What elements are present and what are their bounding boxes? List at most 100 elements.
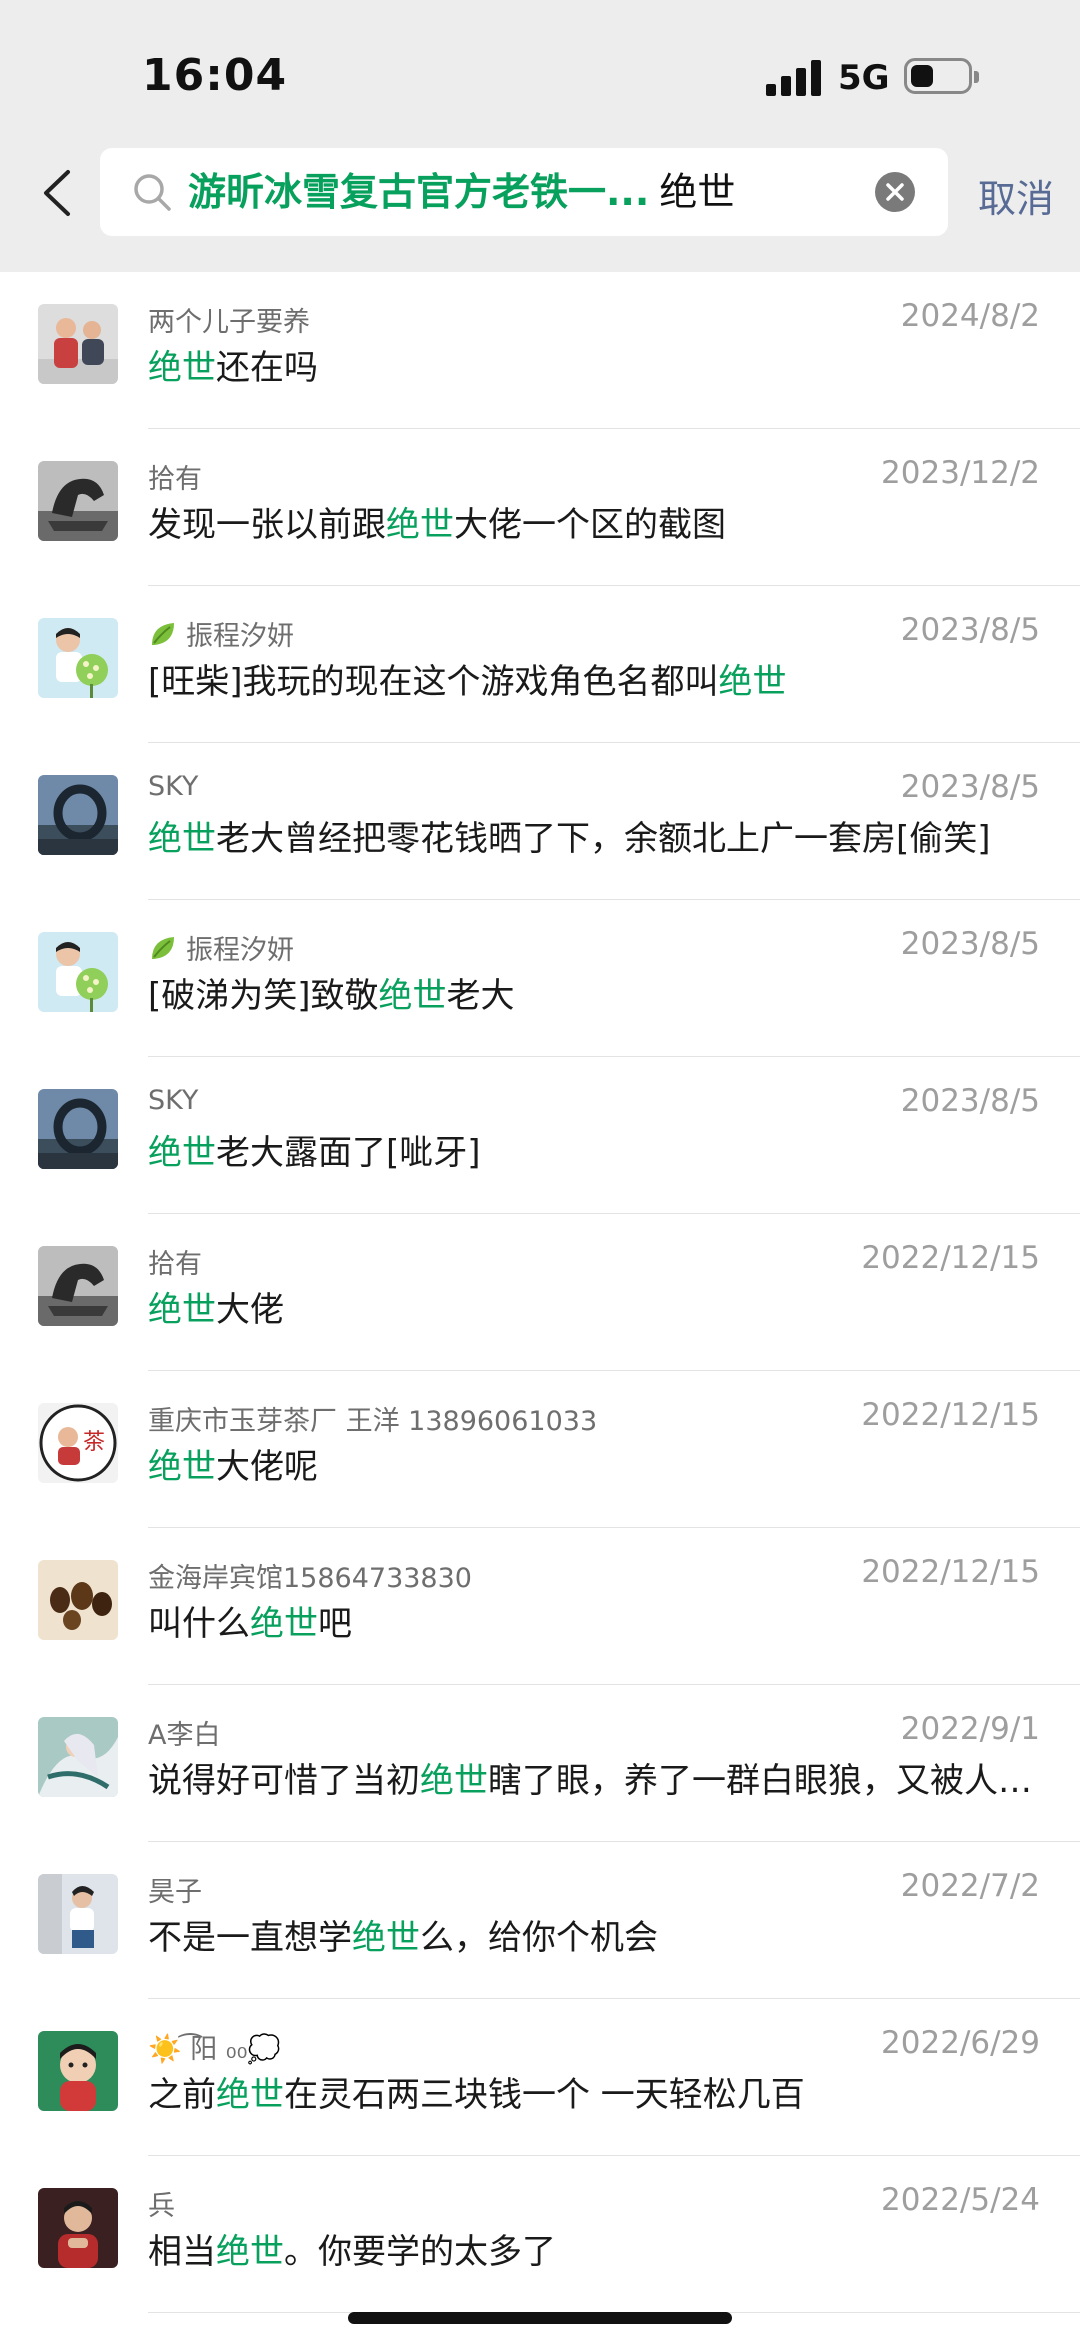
- avatar[interactable]: [38, 1560, 118, 1640]
- avatar[interactable]: [38, 304, 118, 384]
- avatar[interactable]: [38, 1874, 118, 1954]
- message-snippet: [旺柴]我玩的现在这个游戏角色名都叫绝世: [148, 654, 1048, 703]
- sender-name: 拾有: [148, 1242, 202, 1281]
- avatar[interactable]: 茶: [38, 1403, 118, 1483]
- snippet-after: 大佬呢: [216, 1447, 318, 1487]
- message-date: 2023/8/5: [900, 1083, 1040, 1119]
- keyword-highlight: 绝世: [352, 1918, 420, 1958]
- keyword-highlight: 绝世: [148, 1447, 216, 1487]
- avatar[interactable]: [38, 932, 118, 1012]
- keyword-highlight: 绝世: [148, 1290, 216, 1330]
- message-date: 2023/8/5: [900, 612, 1040, 648]
- message-date: 2022/5/24: [881, 2182, 1040, 2218]
- avatar[interactable]: [38, 2188, 118, 2268]
- message-snippet: 发现一张以前跟绝世大佬一个区的截图: [148, 497, 1048, 546]
- message-snippet: 绝世还在吗: [148, 340, 1048, 389]
- snippet-after: 大佬一个区的截图: [454, 505, 726, 545]
- sender-name-text: 振程汐妍: [186, 621, 294, 652]
- snippet-after: 。你要学的太多了: [284, 2232, 556, 2272]
- search-icon: [134, 174, 171, 211]
- avatar[interactable]: [38, 1089, 118, 1169]
- message-date: 2022/9/1: [900, 1711, 1040, 1747]
- status-time: 16:04: [142, 50, 288, 101]
- message-snippet: 不是一直想学绝世么，给你个机会: [148, 1910, 1048, 1959]
- search-scope-tag[interactable]: 游昕冰雪复古官方老铁一...: [188, 170, 649, 214]
- sender-name: 昊子: [148, 1870, 202, 1909]
- sender-name-text: 重庆市玉芽茶厂 王洋 13896061033: [148, 1406, 598, 1437]
- message-snippet: 绝世老大露面了[呲牙]: [148, 1125, 1048, 1174]
- result-row[interactable]: 振程汐妍 2023/8/5 [旺柴]我玩的现在这个游戏角色名都叫绝世: [0, 586, 1080, 743]
- close-icon: [886, 183, 904, 201]
- leaf-icon: [152, 623, 174, 645]
- snippet-after: 么，给你个机会: [420, 1918, 658, 1958]
- message-date: 2023/12/2: [881, 455, 1040, 491]
- message-date: 2022/12/15: [861, 1397, 1040, 1433]
- chevron-left-icon: [44, 170, 70, 216]
- clear-search-button[interactable]: [875, 172, 915, 212]
- message-snippet: 绝世老大曾经把零花钱晒了下，余额北上广一套房[偷笑]: [148, 811, 1048, 860]
- snippet-after: 老大: [446, 976, 515, 1016]
- avatar[interactable]: [38, 1246, 118, 1326]
- snippet-before: [旺柴]我玩的现在这个游戏角色名都叫: [148, 662, 719, 702]
- avatar[interactable]: [38, 461, 118, 541]
- message-snippet: 相当绝世。你要学的太多了: [148, 2224, 1048, 2273]
- keyword-highlight: 绝世: [420, 1761, 488, 1801]
- sender-name: 拾有: [148, 457, 202, 496]
- search-input[interactable]: 游昕冰雪复古官方老铁一... 绝世: [100, 148, 948, 236]
- snippet-after: 老大曾经把零花钱晒了下，余额北上广一套房[偷笑]: [216, 819, 991, 859]
- message-date: 2023/8/5: [900, 926, 1040, 962]
- result-row[interactable]: SKY 2023/8/5 绝世老大曾经把零花钱晒了下，余额北上广一套房[偷笑]: [0, 743, 1080, 900]
- snippet-before: 相当: [148, 2232, 216, 2272]
- result-row[interactable]: SKY 2023/8/5 绝世老大露面了[呲牙]: [0, 1057, 1080, 1214]
- signal-icon: [766, 60, 822, 96]
- back-button[interactable]: [30, 158, 86, 228]
- result-row[interactable]: 茶 重庆市玉芽茶厂 王洋 13896061033 2022/12/15 绝世大佬呢: [0, 1371, 1080, 1528]
- sender-name-text: SKY: [148, 771, 199, 802]
- result-row[interactable]: 振程汐妍 2023/8/5 [破涕为笑]致敬绝世老大: [0, 900, 1080, 1057]
- sender-name: SKY: [148, 771, 198, 802]
- avatar[interactable]: [38, 618, 118, 698]
- message-date: 2022/7/2: [900, 1868, 1040, 1904]
- sender-name-text: 拾有: [148, 464, 202, 495]
- battery-icon: [904, 58, 979, 94]
- sender-name: 振程汐妍: [148, 614, 294, 653]
- message-date: 2024/8/2: [900, 298, 1040, 334]
- search-results-list: 两个儿子要养 2024/8/2 绝世还在吗 拾有 2023/12/2 发现一张以前跟绝世大…: [0, 272, 1080, 2313]
- search-query: 游昕冰雪复古官方老铁一... 绝世: [188, 168, 735, 216]
- avatar[interactable]: [38, 775, 118, 855]
- cancel-button[interactable]: 取消: [978, 168, 1054, 223]
- message-snippet: [破涕为笑]致敬绝世老大: [148, 968, 1048, 1017]
- sender-name-text: 兵: [148, 2191, 175, 2222]
- network-label: 5G: [838, 58, 890, 98]
- sender-name-text: 两个儿子要养: [148, 307, 310, 338]
- result-row[interactable]: 昊子 2022/7/2 不是一直想学绝世么，给你个机会: [0, 1842, 1080, 1999]
- keyword-highlight: 绝世: [148, 819, 216, 859]
- keyword-highlight: 绝世: [378, 976, 447, 1016]
- result-row[interactable]: 拾有 2023/12/2 发现一张以前跟绝世大佬一个区的截图: [0, 429, 1080, 586]
- sender-name-text: 昊子: [148, 1877, 202, 1908]
- message-snippet: 之前绝世在灵石两三块钱一个 一天轻松几百: [148, 2067, 1048, 2116]
- snippet-after: 还在吗: [216, 348, 318, 388]
- snippet-before: 发现一张以前跟: [148, 505, 386, 545]
- avatar[interactable]: [38, 2031, 118, 2111]
- keyword-highlight: 绝世: [386, 505, 454, 545]
- svg-text:茶: 茶: [83, 1430, 105, 1455]
- result-row[interactable]: 兵 2022/5/24 相当绝世。你要学的太多了: [0, 2156, 1080, 2313]
- result-row[interactable]: ☀️ ͡阳 ₀₀💭 2022/6/29 之前绝世在灵石两三块钱一个 一天轻松几百: [0, 1999, 1080, 2156]
- snippet-after: 瞎了眼，养了一群白眼狼，又被人骗了: [488, 1761, 1048, 1801]
- message-date: 2022/6/29: [881, 2025, 1040, 2061]
- search-keyword: 绝世: [659, 170, 736, 214]
- result-row[interactable]: A李白 2022/9/1 说得好可惜了当初绝世瞎了眼，养了一群白眼狼，又被人骗了: [0, 1685, 1080, 1842]
- snippet-before: 说得好可惜了当初: [148, 1761, 420, 1801]
- keyword-highlight: 绝世: [148, 1133, 216, 1173]
- home-indicator: [348, 2312, 732, 2324]
- snippet-before: 叫什么: [148, 1604, 250, 1644]
- result-row[interactable]: 拾有 2022/12/15 绝世大佬: [0, 1214, 1080, 1371]
- result-row[interactable]: 两个儿子要养 2024/8/2 绝世还在吗: [0, 272, 1080, 429]
- message-date: 2023/8/5: [900, 769, 1040, 805]
- result-row[interactable]: 金海岸宾馆15864733830 2022/12/15 叫什么绝世吧: [0, 1528, 1080, 1685]
- sender-name-text: A李白: [148, 1720, 221, 1751]
- avatar[interactable]: [38, 1717, 118, 1797]
- message-snippet: 绝世大佬呢: [148, 1439, 1048, 1488]
- message-date: 2022/12/15: [861, 1554, 1040, 1590]
